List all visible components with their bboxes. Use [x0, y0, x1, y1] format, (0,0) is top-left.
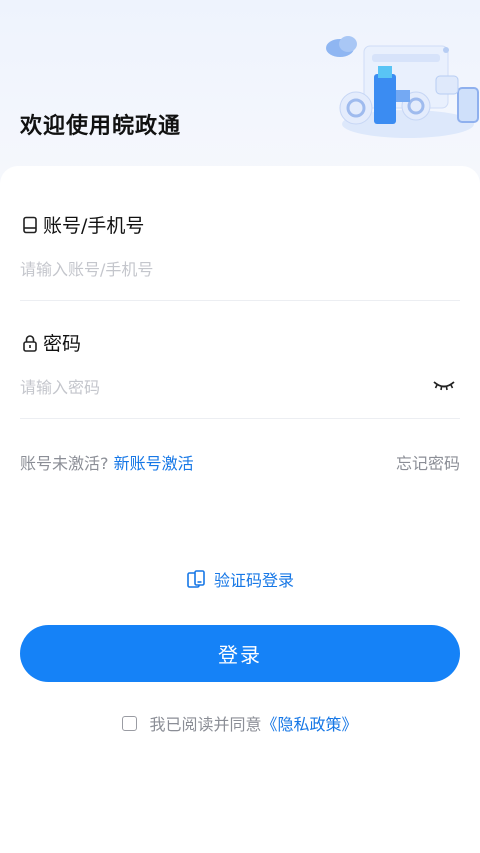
divider — [20, 300, 460, 301]
account-links-row: 账号未激活? 新账号激活 忘记密码 — [20, 450, 460, 474]
header: 欢迎使用皖政通 — [0, 0, 480, 180]
password-label-text: 密码 — [43, 333, 82, 355]
divider — [20, 418, 460, 419]
page-title: 欢迎使用皖政通 — [20, 114, 182, 139]
account-label-text: 账号/手机号 — [43, 215, 145, 237]
sms-login-label: 验证码登录 — [213, 571, 294, 590]
sms-login-link[interactable]: 验证码登录 — [0, 567, 480, 591]
agreement-text: 我已阅读并同意 — [149, 715, 262, 734]
privacy-policy-link[interactable]: 《隐私政策》 — [262, 711, 358, 735]
login-button[interactable]: 登录 — [20, 625, 460, 682]
password-input[interactable] — [20, 372, 420, 402]
eye-closed-icon[interactable] — [432, 377, 456, 393]
forgot-password-link[interactable]: 忘记密码 — [396, 450, 460, 474]
password-label: 密码 — [22, 329, 81, 356]
sms-phone-icon — [187, 570, 205, 588]
account-input[interactable] — [20, 254, 460, 284]
activate-account-link[interactable]: 新账号激活 — [114, 454, 194, 473]
agreement-row: 我已阅读并同意 《隐私政策》 — [0, 711, 480, 735]
cloud-illustration-icon — [318, 28, 480, 146]
phone-icon — [23, 216, 37, 233]
agreement-checkbox[interactable] — [122, 715, 138, 731]
not-activated-text: 账号未激活? — [20, 454, 109, 473]
account-label: 账号/手机号 — [22, 211, 144, 238]
lock-icon — [23, 334, 37, 352]
